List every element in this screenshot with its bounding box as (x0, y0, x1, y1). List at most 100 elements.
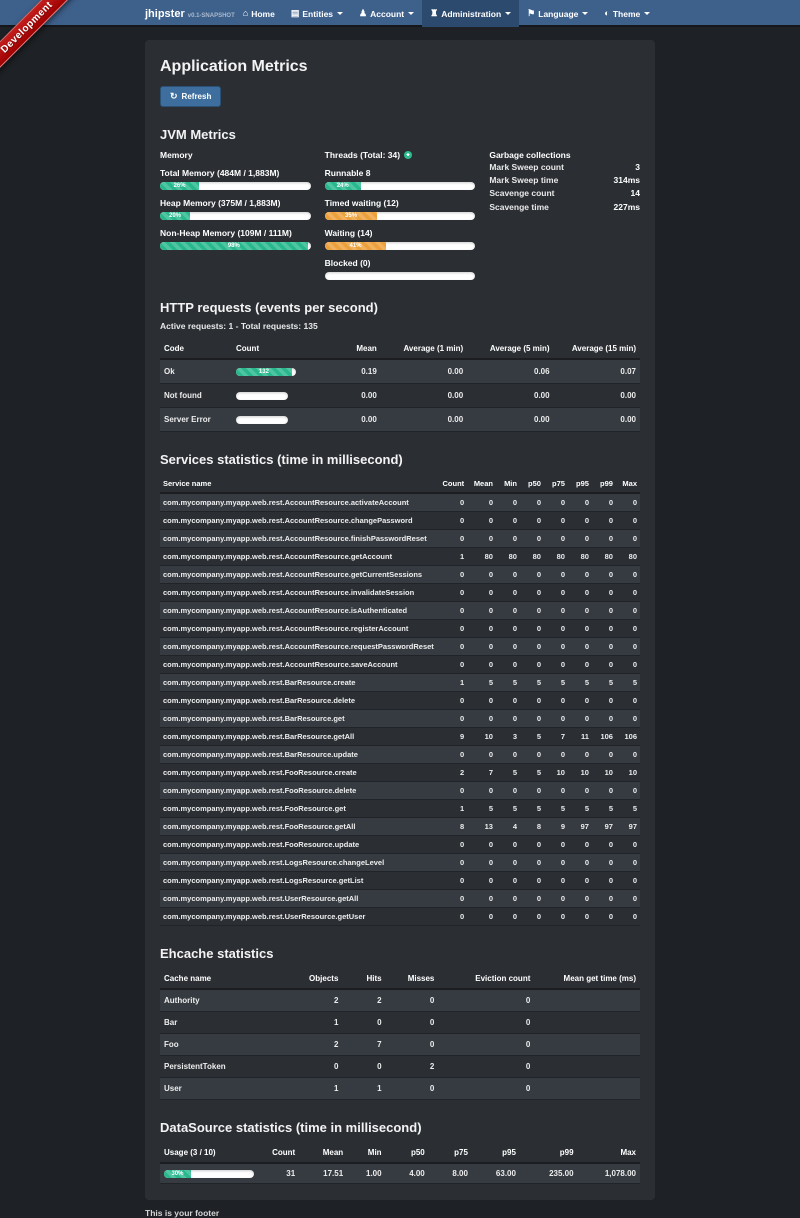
table-row: 30%3117.511.004.008.0063.00235.001,078.0… (160, 1163, 640, 1184)
table-row: com.mycompany.myapp.web.rest.AccountReso… (160, 548, 640, 566)
progress-track: 41% (325, 242, 476, 250)
column-header: Average (5 min) (467, 339, 553, 359)
table-cell: 0 (438, 854, 467, 872)
table-cell: 11 (568, 728, 592, 746)
table-cell: 0 (544, 638, 568, 656)
table-cell: 0 (616, 836, 640, 854)
nav-item-label: Theme (613, 9, 640, 19)
table-row: Bar1000 (160, 1012, 640, 1034)
table-cell: 0 (616, 854, 640, 872)
nav-item-theme[interactable]: ◐Theme (596, 0, 658, 27)
table-row: com.mycompany.myapp.web.rest.AccountReso… (160, 602, 640, 620)
table-cell: 0 (438, 638, 467, 656)
caret-down-icon (582, 12, 588, 15)
table-cell: 0.00 (304, 408, 381, 432)
nav-item-entities[interactable]: ▤Entities (283, 0, 351, 27)
table-cell: 0 (520, 692, 544, 710)
nav-item-home[interactable]: ⌂Home (235, 0, 283, 27)
refresh-button[interactable]: ↻ Refresh (160, 86, 221, 107)
nav-item-administration[interactable]: ♜Administration (422, 0, 519, 27)
table-cell: com.mycompany.myapp.web.rest.BarResource… (160, 692, 438, 710)
table-cell: 0 (544, 908, 568, 926)
table-cell: 2 (438, 764, 467, 782)
table-cell: 0 (568, 872, 592, 890)
table-row: com.mycompany.myapp.web.rest.AccountReso… (160, 566, 640, 584)
table-cell: 0 (438, 782, 467, 800)
stat-value: 14 (631, 187, 640, 200)
table-cell: 31 (261, 1163, 299, 1184)
table-cell: com.mycompany.myapp.web.rest.LogsResourc… (160, 854, 438, 872)
table-cell: 0 (520, 620, 544, 638)
caret-down-icon (408, 12, 414, 15)
table-cell: 7 (544, 728, 568, 746)
stat-label: Scavenge time (489, 201, 549, 214)
table-cell: 0 (438, 602, 467, 620)
column-header: Mean get time (ms) (534, 969, 640, 989)
table-cell: 0 (438, 530, 467, 548)
table-cell: 0 (496, 638, 520, 656)
table-cell: 0 (520, 602, 544, 620)
table-cell: 0 (438, 620, 467, 638)
table-row: Server Error0.000.000.000.00 (160, 408, 640, 432)
column-header: Max (578, 1143, 640, 1163)
table-cell: 5 (496, 800, 520, 818)
table-cell: 0 (568, 692, 592, 710)
table-row: com.mycompany.myapp.web.rest.LogsResourc… (160, 854, 640, 872)
table-row: Ok1320.190.000.060.07 (160, 359, 640, 384)
column-header: p50 (520, 475, 544, 493)
table-cell: User (160, 1078, 294, 1100)
table-cell: 5 (520, 764, 544, 782)
table-cell: 0 (544, 746, 568, 764)
progress-track: 24% (325, 182, 476, 190)
table-cell: 0 (616, 692, 640, 710)
table-cell: Not found (160, 384, 232, 408)
progress-track: 30% (164, 1170, 254, 1178)
table-cell: 0 (592, 854, 616, 872)
table-cell: com.mycompany.myapp.web.rest.FooResource… (160, 836, 438, 854)
table-cell: 10 (544, 764, 568, 782)
table-cell: 97 (568, 818, 592, 836)
table-cell: 0 (544, 530, 568, 548)
table-cell: 0 (520, 872, 544, 890)
table-cell: 0 (616, 782, 640, 800)
table-cell: 5 (568, 674, 592, 692)
table-cell: com.mycompany.myapp.web.rest.AccountReso… (160, 530, 438, 548)
table-cell: 1 (294, 1078, 342, 1100)
table-cell: 0 (616, 620, 640, 638)
table-cell: 0 (616, 710, 640, 728)
column-header: Misses (386, 969, 439, 989)
navbar-menu: ⌂Home▤Entities♟Account♜Administration⚑La… (235, 0, 659, 27)
table-cell: 0 (467, 692, 496, 710)
table-cell: 0 (520, 908, 544, 926)
table-cell: com.mycompany.myapp.web.rest.FooResource… (160, 782, 438, 800)
progress-label: 132 (259, 369, 269, 375)
table-cell: 0 (496, 710, 520, 728)
table-row: com.mycompany.myapp.web.rest.AccountReso… (160, 584, 640, 602)
column-header: Average (15 min) (554, 339, 640, 359)
datasource-statistics-table: Usage (3 / 10)CountMeanMinp50p75p95p99Ma… (160, 1143, 640, 1184)
table-cell: 0 (520, 836, 544, 854)
table-cell: 0 (592, 512, 616, 530)
table-cell: 0 (438, 908, 467, 926)
table-cell: 8 (520, 818, 544, 836)
table-cell: 0 (438, 1078, 534, 1100)
table-cell: 0 (438, 989, 534, 1012)
table-cell: 0 (592, 692, 616, 710)
column-header: p95 (472, 1143, 520, 1163)
nav-item-account[interactable]: ♟Account (351, 0, 422, 27)
table-cell (534, 1078, 640, 1100)
progress-label: 26% (174, 183, 186, 189)
table-cell: 80 (592, 548, 616, 566)
thread-dump-eye-icon[interactable] (404, 151, 412, 159)
table-cell: 1 (342, 1078, 385, 1100)
nav-item-language[interactable]: ⚑Language (519, 0, 596, 27)
table-cell: 10 (616, 764, 640, 782)
table-cell: 0 (467, 854, 496, 872)
brand-link[interactable]: jhipster v0.1-SNAPSHOT (145, 8, 235, 20)
table-row: com.mycompany.myapp.web.rest.BarResource… (160, 674, 640, 692)
table-cell: 0 (496, 692, 520, 710)
table-cell: 1 (438, 674, 467, 692)
table-cell: 0.00 (381, 359, 467, 384)
table-cell: Foo (160, 1034, 294, 1056)
table-cell: 0 (568, 638, 592, 656)
